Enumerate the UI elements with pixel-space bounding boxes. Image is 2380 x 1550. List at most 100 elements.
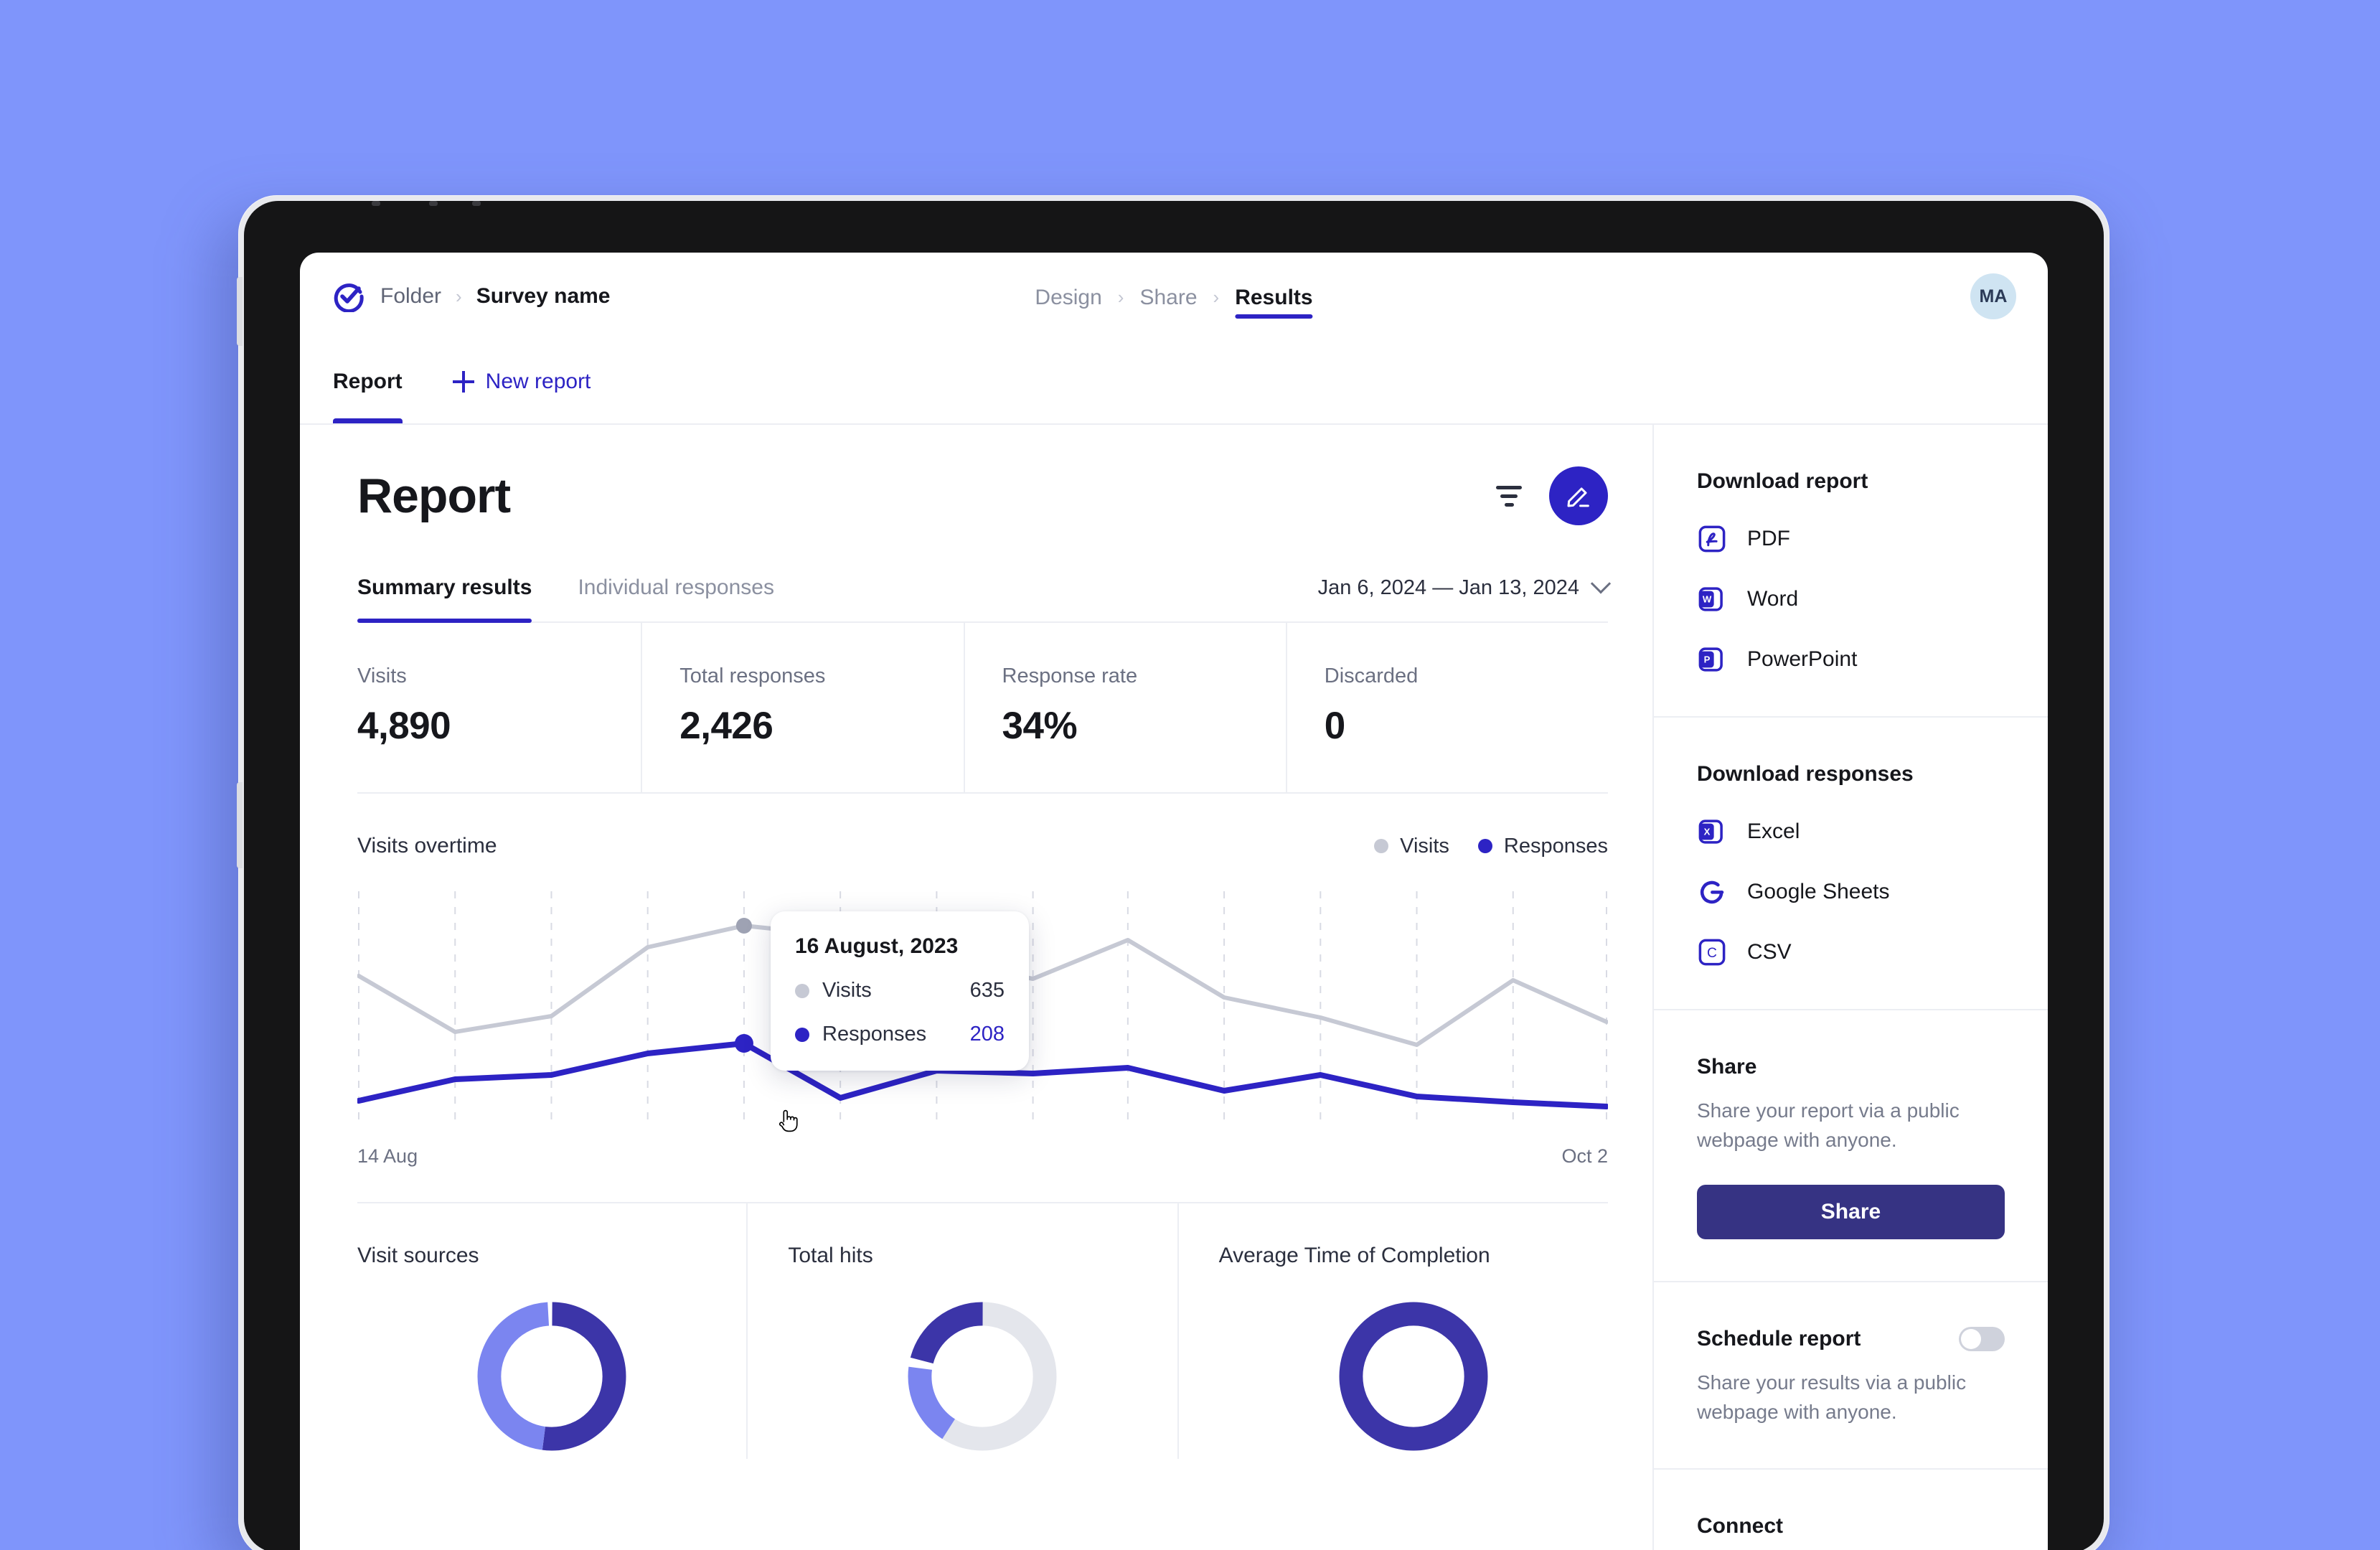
stat-visits: Visits 4,890 [357, 623, 641, 792]
legend-responses: Responses [1477, 834, 1608, 858]
side-button [237, 782, 243, 868]
item-label: CSV [1747, 940, 1792, 964]
section-heading: Download report [1697, 469, 1868, 493]
schedule-description: Share your results via a public webpage … [1697, 1371, 1967, 1423]
tooltip-date: 16 August, 2023 [795, 934, 959, 958]
check-circle-logo[interactable] [333, 281, 364, 312]
date-range-picker[interactable]: Jan 6, 2024 — Jan 13, 2024 [1317, 573, 1612, 621]
title-actions [1493, 466, 1608, 525]
step-results[interactable]: Results [1235, 286, 1313, 340]
pdf-file-icon [1698, 525, 1726, 553]
section-heading: Schedule report [1697, 1327, 1861, 1351]
donut-title: Visit sources [357, 1244, 479, 1267]
donut-average-time: Average Time of Completion [1177, 1203, 1608, 1459]
hand-cursor [779, 1109, 798, 1132]
stats-row: Visits 4,890 Total responses 2,426 Respo… [357, 623, 1608, 794]
tooltip-label: Responses [822, 1023, 927, 1046]
new-report-button[interactable]: New report [452, 370, 591, 394]
tooltip-value: 208 [969, 1023, 1005, 1046]
schedule-report-section: Schedule report Share your results via a… [1654, 1282, 2048, 1470]
share-description: Share your report via a public webpage w… [1697, 1099, 1960, 1151]
results-tabs: Summary results Individual responses Jan… [357, 573, 1612, 623]
schedule-report-toggle[interactable] [1959, 1327, 2005, 1352]
download-powerpoint-item[interactable]: P PowerPoint [1697, 644, 2005, 675]
stat-value: 0 [1324, 705, 1345, 747]
section-heading: Connect [1697, 1514, 1783, 1539]
chart-point-visits [735, 918, 752, 934]
chart-title: Visits overtime [357, 834, 497, 858]
breadcrumb-separator-icon: › [456, 285, 462, 307]
breadcrumb-survey-name[interactable]: Survey name [476, 284, 611, 309]
stat-value: 2,426 [679, 705, 773, 747]
step-separator-icon: › [1213, 286, 1220, 308]
tooltip-dot-responses [795, 1027, 809, 1042]
section-heading: Download responses [1697, 762, 1914, 786]
edit-report-button[interactable] [1549, 466, 1608, 525]
download-excel-item[interactable]: X Excel [1697, 817, 2005, 847]
stat-label: Visits [357, 664, 407, 687]
powerpoint-file-icon: P [1698, 647, 1723, 672]
main-column: Report Summary results Individual respon… [300, 425, 1652, 1550]
share-button[interactable]: Share [1697, 1185, 2005, 1240]
legend-dot-visits [1374, 839, 1389, 853]
chart-area[interactable]: 16 August, 2023 Visits 635 Responses 208 [357, 891, 1608, 1128]
stat-value: 4,890 [357, 705, 451, 747]
step-design[interactable]: Design [1035, 286, 1101, 340]
step-separator-icon: › [1117, 286, 1124, 308]
section-heading: Share [1697, 1055, 1757, 1079]
donut-title: Average Time of Completion [1218, 1244, 1490, 1267]
download-pdf-item[interactable]: PDF [1697, 524, 2005, 554]
chart-header: Visits overtime Visits Responses [357, 834, 1608, 858]
stat-label: Total responses [679, 664, 826, 687]
plus-icon [452, 371, 474, 393]
tab-summary-results[interactable]: Summary results [357, 576, 532, 623]
download-report-section: Download report PDF W Word P PowerPoint [1654, 425, 2048, 718]
legend-label: Visits [1400, 834, 1449, 858]
donut-title: Total hits [788, 1244, 873, 1267]
filter-icon[interactable] [1493, 482, 1525, 510]
tooltip-row-responses: Responses 208 [795, 1023, 1005, 1046]
stat-discarded: Discarded 0 [1285, 623, 1608, 792]
axis-label-start: 14 Aug [357, 1145, 418, 1167]
stat-response-rate: Response rate 34% [963, 623, 1286, 792]
stat-total-responses: Total responses 2,426 [641, 623, 963, 792]
chart-point-responses [734, 1034, 753, 1053]
tooltip-value: 635 [969, 979, 1005, 1002]
visits-chart-block: Visits overtime Visits Responses 16 Augu… [357, 794, 1608, 1168]
donut-chart-visit-sources [477, 1302, 626, 1451]
item-label: PowerPoint [1747, 647, 1858, 671]
svg-text:C: C [1707, 946, 1717, 961]
item-label: Excel [1747, 819, 1800, 843]
breadcrumb-folder[interactable]: Folder [380, 284, 441, 309]
stat-value: 34% [1002, 705, 1078, 747]
body-split: Report Summary results Individual respon… [300, 425, 2048, 1550]
chart-legend: Visits Responses [1374, 835, 1608, 858]
excel-file-icon: X [1698, 819, 1723, 844]
tooltip-label: Visits [822, 979, 872, 1002]
download-google-sheets-item[interactable]: Google Sheets [1697, 877, 2005, 907]
legend-label: Responses [1503, 834, 1608, 858]
item-label: PDF [1747, 527, 1790, 550]
avatar[interactable]: MA [1970, 273, 2016, 319]
sidebar: Download report PDF W Word P PowerPoint … [1652, 425, 2048, 1550]
app-screen: Folder › Survey name Design › Share › Re… [300, 253, 2048, 1550]
report-tabbar: Report New report [300, 340, 2048, 425]
camera-dot [472, 201, 481, 206]
download-csv-item[interactable]: C CSV [1697, 937, 2005, 967]
legend-dot-responses [1477, 839, 1492, 853]
download-word-item[interactable]: W Word [1697, 584, 2005, 614]
chart-axis-labels: 14 Aug Oct 2 [357, 1145, 1608, 1168]
step-share[interactable]: Share [1139, 286, 1197, 340]
tab-report[interactable]: Report [333, 340, 403, 423]
tooltip-dot-visits [795, 983, 809, 998]
legend-visits: Visits [1374, 835, 1449, 858]
chevron-down-icon [1590, 573, 1612, 594]
google-sheets-icon [1700, 880, 1724, 904]
tooltip-row-visits: Visits 635 [795, 979, 1005, 1002]
tab-individual-responses[interactable]: Individual responses [578, 576, 774, 621]
date-range-label: Jan 6, 2024 — Jan 13, 2024 [1317, 576, 1579, 599]
camera-dot [429, 201, 438, 206]
svg-text:X: X [1704, 827, 1711, 837]
share-section: Share Share your report via a public web… [1654, 1010, 2048, 1283]
word-file-icon: W [1698, 587, 1723, 611]
